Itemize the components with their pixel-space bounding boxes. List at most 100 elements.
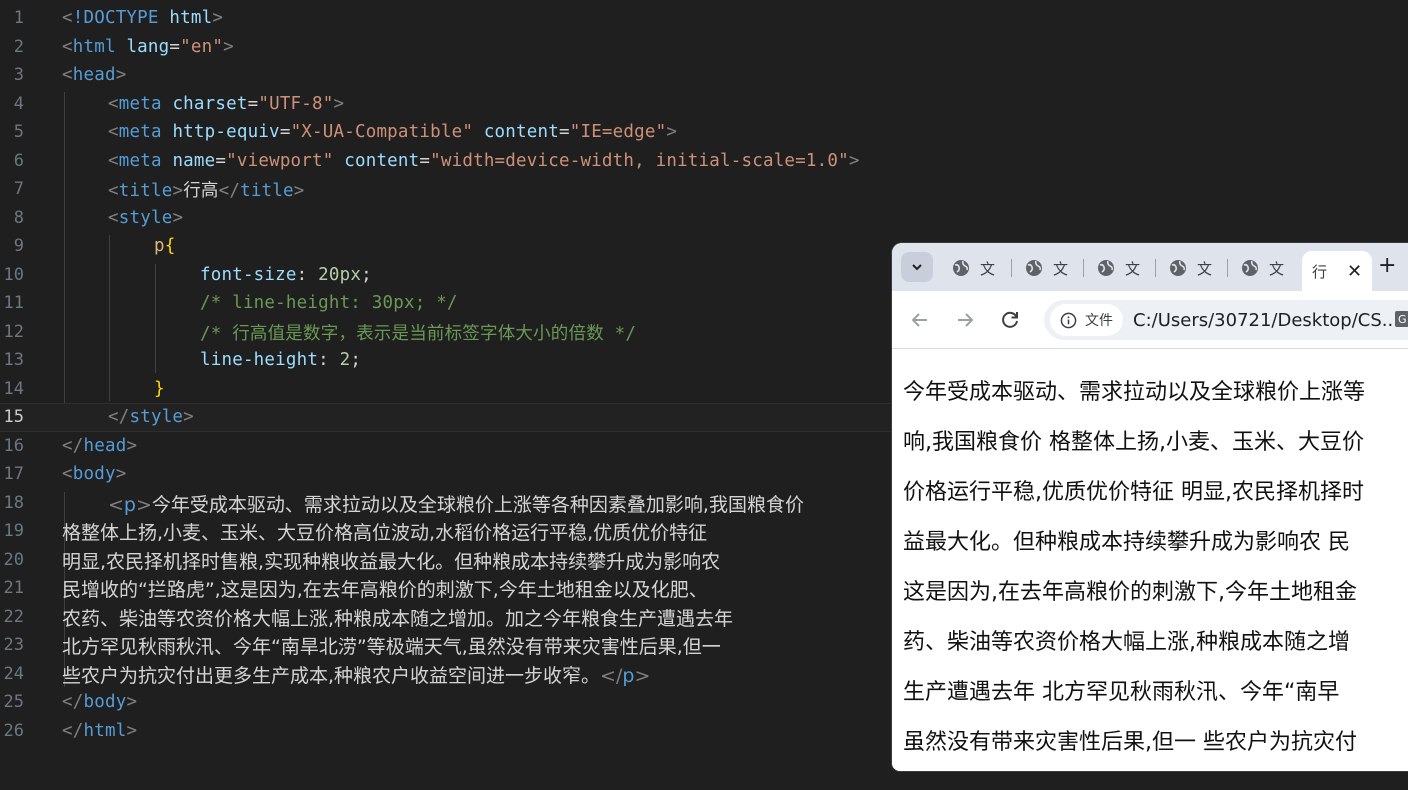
back-icon[interactable] [908,308,932,332]
code-text: 北方罕见秋雨秋汛、今年“南旱北涝”等极端天气,虽然没有带来灾害性后果,但一 [62,635,721,658]
line-number: 7 [13,179,24,200]
site-info-chip[interactable]: 文件 [1050,304,1123,336]
code-text: <meta charset="UTF-8"> [108,94,345,115]
globe-icon [1242,260,1258,276]
line-number: 6 [13,151,24,172]
line-number: 15 [3,407,24,428]
chip-label: 文件 [1085,313,1113,329]
paragraph: 今年受成本驱动、需求拉动以及全球粮价上涨等 响,我国粮食价 格整体上扬,小麦、玉… [903,368,1408,768]
tab-title: 文 [1269,259,1285,278]
code-text: 农药、柴油等农资价格大幅上涨,种粮成本随之增加。加之今年粮食生产遭遇去年 [62,607,734,630]
reload-icon[interactable] [998,308,1022,332]
tab-divider [1227,259,1228,277]
code-text: </head> [62,436,138,457]
line-number: 4 [13,94,24,115]
line-number: 21 [3,578,24,599]
paragraph-line: 益最大化。但种粮成本持续攀升成为影响农 民 [903,530,1350,555]
tab-search-icon [912,264,922,271]
tab[interactable]: 文 [1097,251,1140,285]
code-text: p{ [154,236,176,257]
tab-title: 行 [1312,262,1328,281]
line-number: 22 [3,607,24,628]
code-text: </body> [62,692,138,713]
globe-icon [953,260,969,276]
browser-toolbar: 文件 C:/Users/30721/Desktop/CS... G [892,291,1408,349]
code-text: <p>今年受成本驱动、需求拉动以及全球粮价上涨等各种因素叠加影响,我国粮食价 [108,493,804,516]
tab-title: 文 [1053,259,1069,278]
line-number: 24 [3,664,24,685]
line-number: 11 [3,293,24,314]
code-text: <body> [62,464,127,485]
code-line[interactable]: 4 <meta charset="UTF-8"> [0,90,1408,119]
paragraph-line: 这是因为,在去年高粮价的刺激下,今年土地租金 [903,580,1357,605]
code-text: } [154,379,165,400]
line-number: 12 [3,322,24,343]
code-text: 格整体上扬,小麦、玉米、大豆价格高位波动,水稻价格运行平稳,优质优价特征 [62,521,708,544]
paragraph-line: 虽然没有带来灾害性后果,但一 些农户为抗灾付 [903,730,1357,755]
tab-title: 文 [1125,259,1141,278]
tab-title: 文 [980,259,996,278]
code-text: font-size: 20px; [200,265,372,286]
line-number: 26 [3,721,24,742]
paragraph-line: 药、柴油等农资价格大幅上涨,种粮成本随之增 [903,630,1350,655]
line-number: 3 [13,65,24,86]
code-line[interactable]: 3 <head> [0,61,1408,90]
tab-title: 文 [1197,259,1213,278]
code-text: </style> [108,407,194,428]
tab[interactable]: 文 [1241,251,1284,285]
tab[interactable]: 文 [1169,251,1212,285]
tab-strip: 文 文 文 文 文 行 ✕ + [892,243,1408,291]
forward-icon[interactable] [953,308,977,332]
line-number: 16 [3,436,24,457]
code-line[interactable]: 6 <meta name="viewport" content="width=d… [0,147,1408,176]
line-number: 13 [3,350,24,371]
code-text: /* 行高值是数字，表示是当前标签字体大小的倍数 */ [200,323,637,344]
browser-window[interactable]: 文 文 文 文 文 行 ✕ + 文件 C:/Users/30721/Deskto… [892,243,1408,771]
line-number: 10 [3,265,24,286]
code-text: <meta name="viewport" content="width=dev… [108,151,860,172]
code-line[interactable]: 1 <!DOCTYPE html> [0,4,1408,33]
code-text: 明显,农民择机择时售粮,实现种粮收益最大化。但种粮成本持续攀升成为影响农 [62,550,721,573]
svg-text:G: G [1398,313,1407,326]
code-text: line-height: 2; [200,350,362,371]
new-tab-button[interactable]: + [1378,253,1396,278]
tab-divider [1083,259,1084,277]
code-text: 些农户为抗灾付出更多生产成本,种粮农户收益空间进一步收窄。</p> [62,664,651,687]
line-number: 5 [13,122,24,143]
code-line[interactable]: 5 <meta http-equiv="X-UA-Compatible" con… [0,118,1408,147]
line-number: 9 [13,236,24,257]
globe-icon [1170,260,1186,276]
paragraph-line: 生产遭遇去年 北方罕见秋雨秋汛、今年“南早 [903,680,1340,705]
tab-divider [1011,259,1012,277]
code-text: </html> [62,721,138,742]
tab-search-button[interactable] [901,252,933,282]
globe-icon [1098,260,1114,276]
address-bar[interactable]: 文件 C:/Users/30721/Desktop/CS... [1044,300,1408,340]
globe-icon [1026,260,1042,276]
code-text: <html lang="en"> [62,37,234,58]
info-icon [1060,312,1077,328]
line-number: 14 [3,379,24,400]
line-number: 2 [13,37,24,58]
code-text: 民增收的“拦路虎”,这是因为,在去年高粮价的刺激下,今年土地租金以及化肥、 [62,578,708,601]
page-content: 今年受成本驱动、需求拉动以及全球粮价上涨等 响,我国粮食价 格整体上扬,小麦、玉… [892,350,1408,771]
close-icon[interactable]: ✕ [1347,261,1362,282]
code-line[interactable]: 8 <style> [0,204,1408,233]
tab[interactable]: 文 [1025,251,1068,285]
code-text: <!DOCTYPE html> [62,8,224,29]
code-text: <style> [108,208,184,229]
paragraph-line: 价格运行平稳,优质优价特征 明显,农民择机择时 [903,480,1364,505]
code-line[interactable]: 2 <html lang="en"> [0,33,1408,62]
tab-active[interactable]: 行 ✕ [1302,251,1373,291]
line-number: 17 [3,464,24,485]
url-text: C:/Users/30721/Desktop/CS... [1133,309,1399,331]
line-number: 20 [3,550,24,571]
translate-icon[interactable]: G [1394,309,1408,331]
code-text: /* line-height: 30px; */ [200,293,458,314]
tab[interactable]: 文 [952,251,995,285]
line-number: 23 [3,635,24,656]
line-number: 25 [3,692,24,713]
code-text: <meta http-equiv="X-UA-Compatible" conte… [108,122,678,143]
line-number: 19 [3,521,24,542]
code-line[interactable]: 7 <title>行高</title> [0,175,1408,204]
